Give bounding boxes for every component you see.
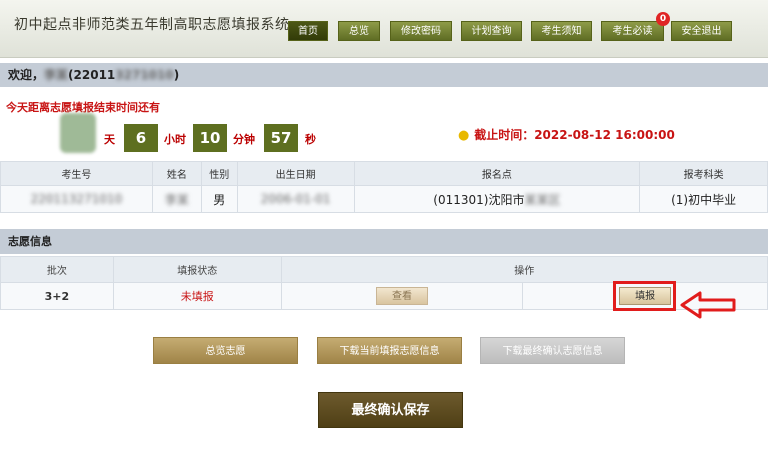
cell-birth: 2006-01-01: [236, 185, 355, 213]
nav-change-password[interactable]: 修改密码: [390, 21, 452, 41]
left-arrow-icon: [680, 291, 736, 319]
deadline: ● 截止时间：2022-08-12 16:00:00: [458, 126, 675, 143]
th-operation: 操作: [280, 256, 768, 283]
days-unit: 天: [104, 133, 115, 146]
minutes-unit: 分钟: [233, 133, 255, 146]
lightbulb-icon: ●: [458, 128, 470, 143]
cell-status: 未填报: [112, 282, 282, 310]
th-birth: 出生日期: [236, 161, 355, 186]
user-name-masked: 李某: [44, 68, 69, 82]
th-site: 报名点: [353, 161, 641, 186]
overview-volunteer-button[interactable]: 总览志愿: [153, 337, 298, 364]
nav-plan-query[interactable]: 计划查询: [461, 21, 522, 41]
view-button[interactable]: 查看: [375, 287, 428, 305]
fill-button-highlight: [613, 281, 676, 311]
download-final-button[interactable]: 下载最终确认志愿信息: [480, 337, 625, 364]
th-exam-no: 考生号: [0, 161, 153, 186]
table-row: 220113271010 李某 男 2006-01-01 (011301)沈阳市…: [0, 185, 768, 213]
user-id-close: ): [173, 68, 180, 82]
cell-site: (011301)沈阳市某某区: [353, 185, 641, 213]
student-info-table: 考生号 姓名 性别 出生日期 报名点 报考科类 220113271010 李某 …: [0, 161, 768, 213]
th-batch: 批次: [0, 256, 114, 283]
deadline-label: 截止时间：: [474, 128, 535, 142]
cell-exam-no: 220113271010: [0, 185, 153, 213]
nav-overview[interactable]: 总览: [338, 21, 380, 41]
masked-day-block: [60, 113, 96, 153]
cell-category: (1)初中毕业: [639, 185, 768, 213]
download-current-button[interactable]: 下载当前填报志愿信息: [317, 337, 462, 364]
final-confirm-save-button[interactable]: 最终确认保存: [318, 392, 463, 428]
th-name: 姓名: [151, 161, 202, 186]
cell-gender: 男: [200, 185, 238, 213]
seconds-box: 57: [264, 124, 298, 152]
cell-batch: 3+2: [0, 282, 114, 310]
notice-badge: 0: [656, 12, 670, 26]
hours-unit: 小时: [164, 133, 186, 146]
th-category: 报考科类: [639, 161, 768, 186]
nav-must-read[interactable]: 考生必读: [601, 21, 664, 41]
user-id-open: (22011: [68, 68, 116, 82]
deadline-value: 2022-08-12 16:00:00: [534, 128, 675, 142]
welcome-prefix: 欢迎，: [8, 68, 45, 82]
user-id-masked: 3271010: [115, 68, 174, 82]
cell-name: 李某: [151, 185, 202, 213]
minutes-box: 10: [193, 124, 227, 152]
seconds-unit: 秒: [305, 133, 316, 146]
system-title: 初中起点非师范类五年制高职志愿填报系统: [14, 17, 290, 33]
th-gender: 性别: [200, 161, 238, 186]
header: 初中起点非师范类五年制高职志愿填报系统 首页 总览 修改密码 计划查询 考生须知…: [0, 0, 768, 58]
section-volunteer-title: 志愿信息: [0, 229, 768, 254]
welcome-bar: 欢迎，李某(220113271010): [0, 63, 768, 87]
nav-home[interactable]: 首页: [288, 21, 328, 41]
hours-box: 6: [124, 124, 158, 152]
nav-logout[interactable]: 安全退出: [671, 21, 732, 41]
cell-view: 查看: [280, 282, 524, 310]
th-status: 填报状态: [112, 256, 282, 283]
nav-exam-notice[interactable]: 考生须知: [531, 21, 592, 41]
